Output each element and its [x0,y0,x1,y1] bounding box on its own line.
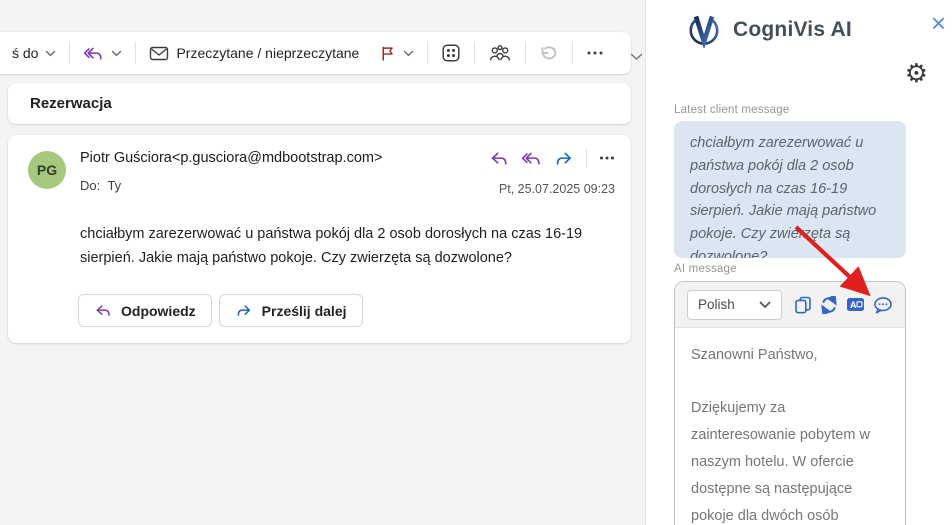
apps-grid-button[interactable] [431,37,471,69]
forward-button-icon[interactable] [554,150,574,167]
client-message-bubble: chciałbym zarezerwować u państwa pokój d… [674,121,906,258]
ai-message-label: AI message [674,263,737,275]
ai-toolbar-icons: A [794,296,893,314]
gear-icon[interactable]: ⚙ [905,60,928,86]
people-group-icon [488,44,512,63]
message-action-bar [489,148,615,168]
undo-button[interactable] [529,37,569,69]
chat-bubble-icon [873,296,893,314]
recipient-line: Do: Ty [80,178,121,193]
reply-button[interactable]: Odpowiedz [78,294,212,327]
message-more-button[interactable] [599,156,615,160]
read-unread-button[interactable]: Przeczytane / nieprzeczytane [139,37,369,69]
message-date: Pt, 25.07.2025 09:23 [499,182,615,196]
quick-reply-row: Odpowiedz Prześlij dalej [78,294,363,327]
flag-button[interactable] [369,37,424,69]
chevron-down-icon [111,50,122,57]
svg-text:A: A [850,300,857,310]
more-horizontal-icon [586,51,604,55]
toolbar-divider [525,42,526,64]
avatar-initials: PG [37,162,57,178]
action-divider [586,148,587,168]
email-message-card: PG Piotr Guściora<p.gusciora@mdbootstrap… [8,135,631,343]
chat-button[interactable] [873,296,893,314]
reply-icon [94,303,112,318]
more-options-button[interactable] [576,37,614,69]
close-icon[interactable]: × [931,10,946,36]
forward-icon [554,150,574,167]
ai-greeting: Szanowni Państwo, [691,342,889,369]
undo-icon [539,44,559,62]
flag-icon [379,45,396,62]
refresh-icon [820,296,838,314]
panel-header: CogniVis AI [686,11,852,48]
mail-pane: ś do Przeczytane / nieprzeczytane [0,0,645,525]
language-select-value: Polish [698,297,735,312]
ai-message-body: Szanowni Państwo, Dziękujemy za zaintere… [675,328,905,525]
people-button[interactable] [478,37,522,69]
forward-icon [235,303,253,318]
message-toolbar: ś do Przeczytane / nieprzeczytane [0,32,631,74]
chevron-down-icon [759,301,771,309]
forward-button-label: Prześlij dalej [262,303,347,319]
reply-icon [489,150,509,167]
more-horizontal-icon [599,156,615,160]
toolbar-divider [474,42,475,64]
translate-icon: A [846,296,865,313]
reply-all-icon [83,45,104,62]
sender-avatar[interactable]: PG [28,151,66,189]
ai-toolbar: Polish A [675,282,905,328]
translate-button[interactable]: A [846,296,865,313]
forward-button[interactable]: Prześlij dalej [219,294,363,327]
email-subject: Rezerwacja [30,95,112,112]
reply-all-button-icon[interactable] [521,150,542,167]
reply-button-icon[interactable] [489,150,509,167]
reply-button-label: Odpowiedz [121,303,196,319]
chevron-down-icon [403,50,414,57]
email-body: chciałbym zarezerwować u państwa pokój d… [80,223,632,270]
cognivis-logo-icon [686,11,722,48]
toolbar-divider [135,42,136,64]
toolbar-divider [69,42,70,64]
grid-icon [441,43,461,63]
regenerate-button[interactable] [820,296,838,314]
toolbar-divider [572,42,573,64]
language-select[interactable]: Polish [687,290,782,320]
ai-message-box: Polish A [674,281,906,525]
reply-all-toolbar-button[interactable] [73,37,132,69]
latest-client-message-label: Latest client message [674,104,789,116]
toolbar-divider [427,42,428,64]
app-root: ś do Przeczytane / nieprzeczytane [0,0,952,525]
reply-all-icon [521,150,542,167]
move-to-label: ś do [12,45,38,61]
cognivis-panel: CogniVis AI × ⚙ Latest client message ch… [645,0,952,525]
chevron-down-icon [45,50,56,57]
sender-name-address: Piotr Guściora<p.gusciora@mdbootstrap.co… [80,150,382,166]
ai-paragraph: Dziękujemy za zainteresowanie pobytem w … [691,395,889,525]
move-to-button[interactable]: ś do [2,37,66,69]
copy-icon [794,296,812,314]
panel-title: CogniVis AI [733,18,852,42]
collapse-chevron-icon[interactable] [630,53,643,61]
copy-button[interactable] [794,296,812,314]
subject-card: Rezerwacja [8,83,631,124]
envelope-icon [149,45,169,62]
read-unread-label: Przeczytane / nieprzeczytane [176,45,359,61]
